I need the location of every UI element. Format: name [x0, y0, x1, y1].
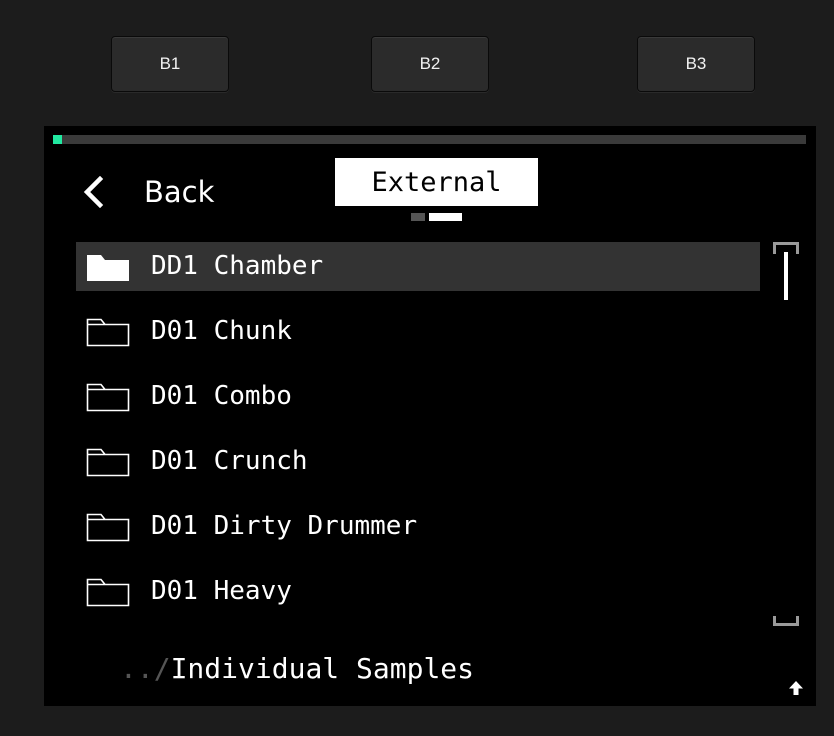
- list-item-label: DD1 Chamber: [151, 251, 324, 281]
- path-current-folder: Individual Samples: [170, 652, 475, 685]
- current-path: ../Individual Samples: [120, 649, 474, 689]
- scrollbar-bottom-cap: [773, 616, 799, 626]
- list-item-label: D01 Chunk: [151, 316, 292, 346]
- scrollbar-thumb[interactable]: [784, 252, 788, 300]
- back-label: Back: [144, 175, 215, 209]
- list-item-label: D01 Crunch: [151, 446, 308, 476]
- arrow-up-icon[interactable]: [788, 680, 804, 696]
- list-item[interactable]: D01 Crunch: [76, 437, 760, 486]
- hardware-button-b2[interactable]: B2: [371, 36, 489, 92]
- list-item[interactable]: D01 Dirty Drummer: [76, 502, 760, 551]
- chevron-left-icon: [82, 176, 104, 208]
- folder-outline-icon: [86, 447, 130, 477]
- folder-outline-icon: [86, 382, 130, 412]
- list-item-label: D01 Heavy: [151, 576, 292, 606]
- progress-bar: [53, 135, 806, 144]
- folder-outline-icon: [86, 577, 130, 607]
- folder-list: DD1 Chamber D01 Chunk D01 Combo D01 Crun…: [76, 242, 760, 632]
- device-screen: Back External DD1 Chamber D01 Chunk D01 …: [44, 126, 816, 706]
- folder-outline-icon: [86, 512, 130, 542]
- page-indicator-1: [411, 213, 425, 221]
- list-item[interactable]: D01 Combo: [76, 372, 760, 421]
- location-title: External: [335, 158, 538, 206]
- list-item[interactable]: D01 Chunk: [76, 307, 760, 356]
- list-item-label: D01 Combo: [151, 381, 292, 411]
- folder-filled-icon: [86, 252, 130, 282]
- list-item[interactable]: D01 Heavy: [76, 567, 760, 616]
- progress-indicator: [53, 135, 62, 144]
- list-item-label: D01 Dirty Drummer: [151, 511, 418, 541]
- page-indicator-2-active: [429, 213, 462, 221]
- back-button[interactable]: Back: [82, 170, 214, 214]
- path-prefix: ../: [120, 652, 171, 685]
- hardware-button-b1[interactable]: B1: [111, 36, 229, 92]
- folder-outline-icon: [86, 317, 130, 347]
- hardware-button-b3[interactable]: B3: [637, 36, 755, 92]
- list-item[interactable]: DD1 Chamber: [76, 242, 760, 291]
